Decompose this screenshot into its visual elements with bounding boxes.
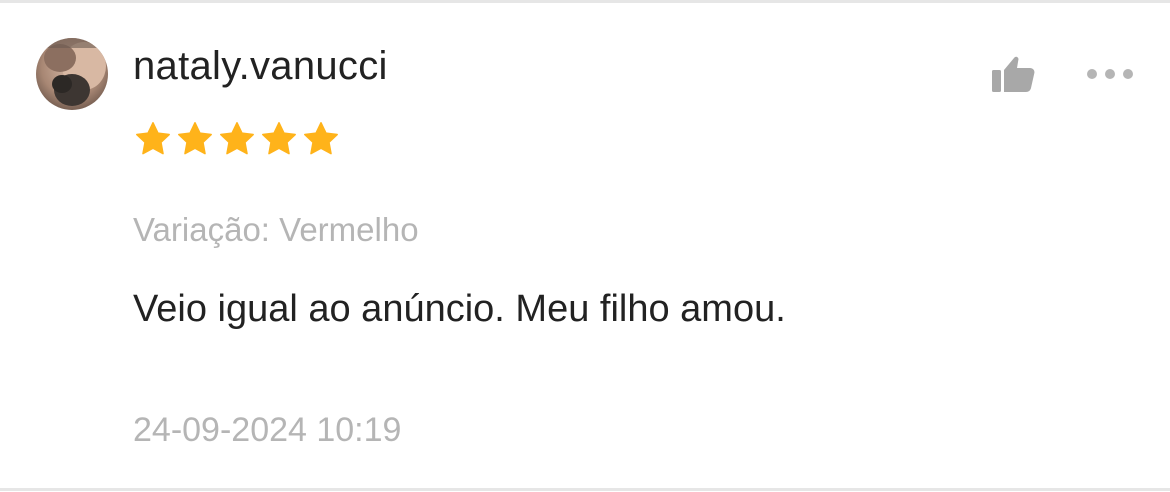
variation-label: Variação: Vermelho	[133, 211, 419, 248]
avatar[interactable]	[36, 38, 108, 110]
star-icon	[178, 122, 212, 155]
review-card: nataly.vanucci Variação: Vermelho Veio i…	[0, 0, 1170, 492]
bottom-divider	[0, 488, 1170, 491]
review-comment: Veio igual ao anúncio. Meu filho amou.	[133, 288, 786, 330]
review-timestamp: 24-09-2024 10:19	[133, 411, 402, 449]
star-icon	[220, 122, 254, 155]
thumbs-up-icon	[992, 56, 1035, 92]
more-options-button[interactable]	[1080, 60, 1140, 88]
star-icon	[304, 122, 338, 155]
like-button[interactable]	[988, 50, 1040, 98]
more-options-icon	[1087, 69, 1133, 79]
username[interactable]: nataly.vanucci	[133, 42, 388, 90]
star-rating	[134, 119, 340, 163]
top-divider	[0, 0, 1170, 3]
star-icon	[262, 122, 296, 155]
avatar-photo	[36, 38, 108, 110]
star-icon	[136, 122, 170, 155]
